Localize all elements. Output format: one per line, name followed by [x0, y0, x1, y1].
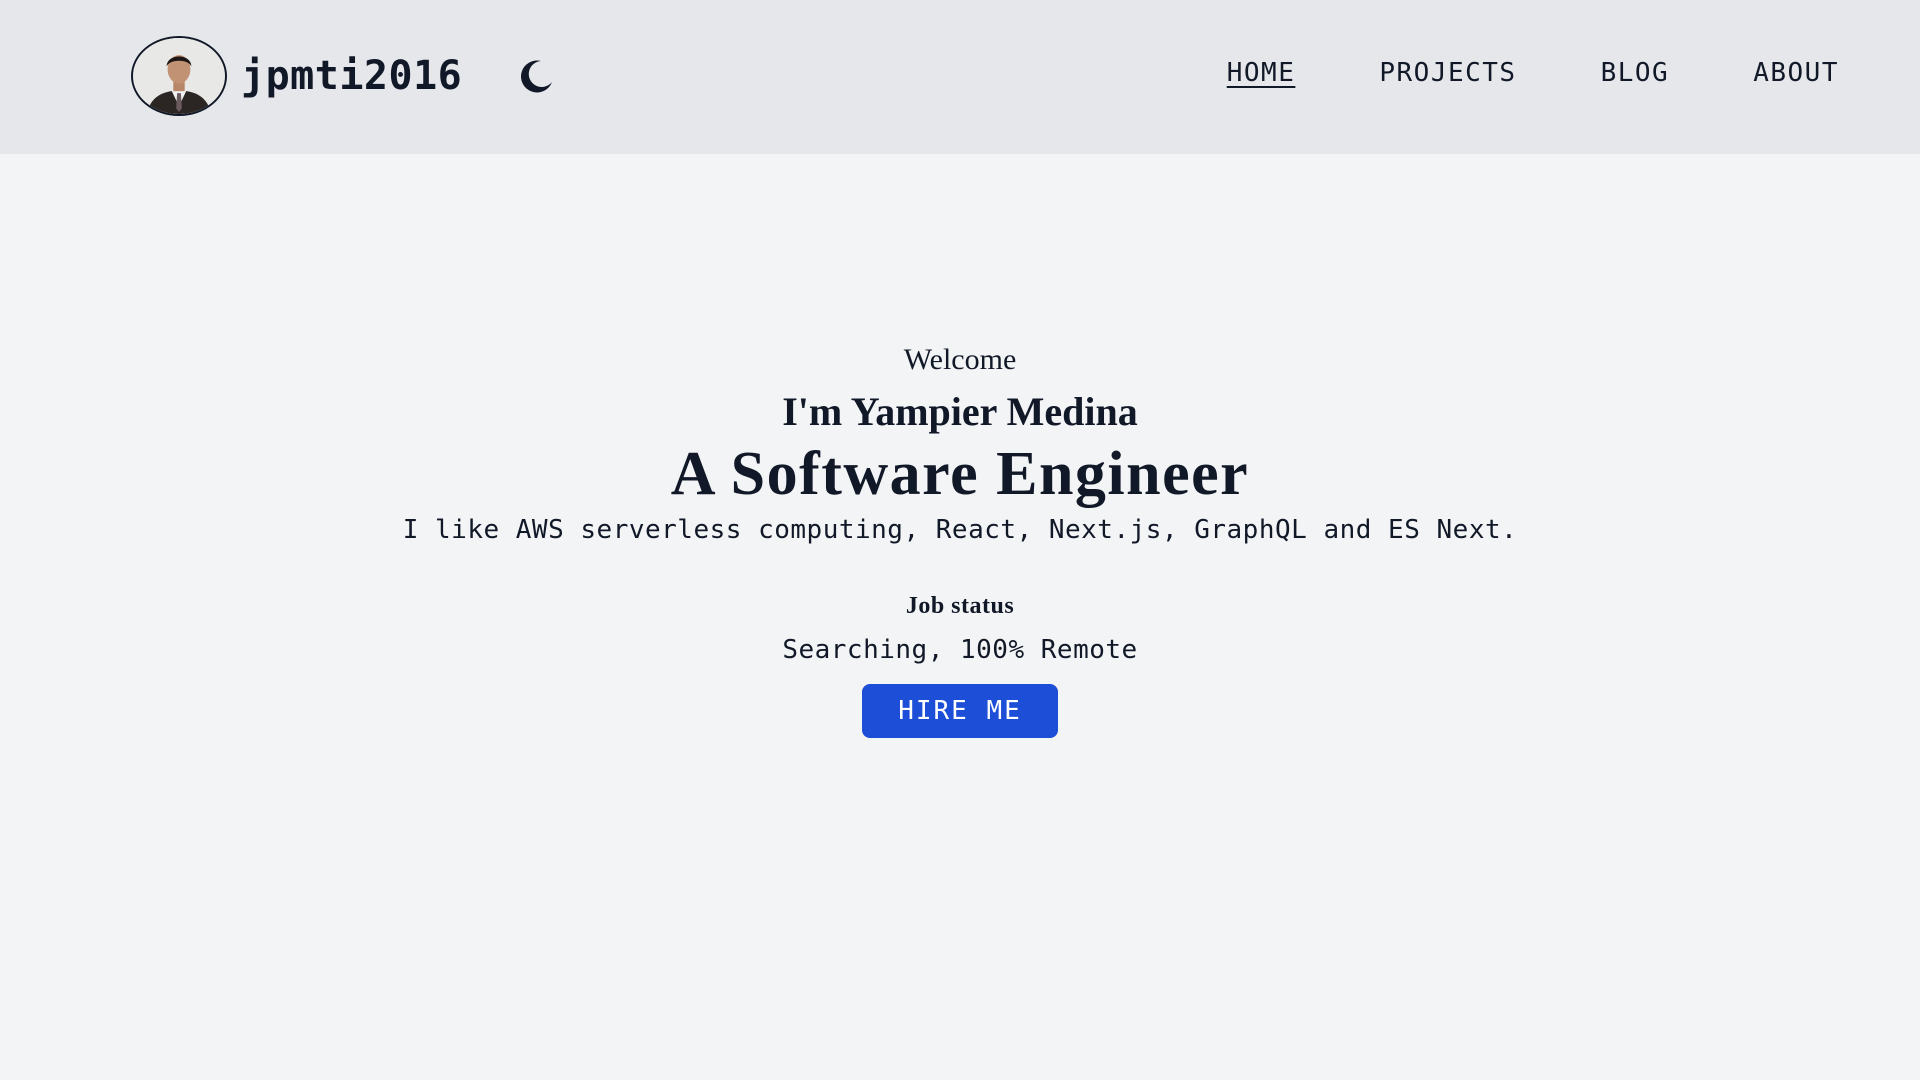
nav-link-about[interactable]: ABOUT [1753, 58, 1839, 88]
avatar[interactable] [131, 36, 227, 116]
avatar-photo-icon [133, 38, 225, 114]
role-heading: A Software Engineer [670, 440, 1250, 508]
hero-section: Welcome I'm Yampier Medina A Software En… [0, 340, 1920, 738]
site-name[interactable]: jpmti2016 [241, 53, 462, 99]
moon-icon [521, 60, 553, 93]
brand: jpmti2016 [131, 36, 556, 116]
nav-link-projects[interactable]: PROJECTS [1379, 58, 1516, 88]
job-status-heading: Job status [905, 593, 1015, 619]
hire-me-button[interactable]: HIRE ME [862, 684, 1058, 738]
intro-heading: I'm Yampier Medina [782, 389, 1138, 434]
job-status-value: Searching, 100% Remote [782, 635, 1138, 665]
tagline-text: I like AWS serverless computing, React, … [402, 515, 1518, 545]
theme-toggle-button[interactable] [514, 55, 556, 97]
nav-link-home[interactable]: HOME [1227, 58, 1296, 88]
site-header: jpmti2016 HOME PROJECTS BLOG ABOUT [0, 0, 1920, 154]
welcome-text: Welcome [903, 343, 1017, 376]
main-nav: HOME PROJECTS BLOG ABOUT [1227, 58, 1839, 88]
nav-link-blog[interactable]: BLOG [1601, 58, 1670, 88]
